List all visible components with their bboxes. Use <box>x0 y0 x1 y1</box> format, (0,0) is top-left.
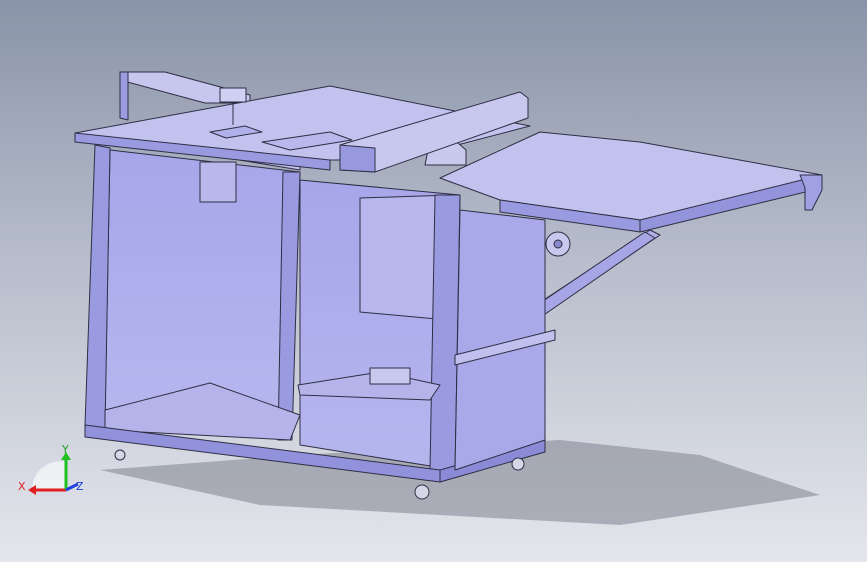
caster-front-left <box>114 449 126 461</box>
rear-fence-post <box>119 71 129 121</box>
router-clamp-block <box>219 87 247 103</box>
rip-fence-front-face <box>339 144 376 173</box>
x-axis-label: X <box>18 480 26 493</box>
graphics-viewport[interactable]: X Y Z <box>0 0 867 562</box>
z-axis-label: Z <box>76 480 84 493</box>
x-axis-head <box>28 485 36 495</box>
y-axis-label: Y <box>62 443 69 456</box>
caster-front-right <box>414 484 430 500</box>
coordinate-triad <box>28 452 79 495</box>
triad-background-shape <box>31 461 66 490</box>
caster-rear-right <box>511 457 525 471</box>
right-extension-table <box>439 131 823 221</box>
switch-box <box>369 367 411 385</box>
left-front-post <box>84 144 111 431</box>
table-saw-model[interactable] <box>0 0 867 562</box>
drive-pulley-hub <box>553 239 563 249</box>
router-motor <box>199 161 237 203</box>
